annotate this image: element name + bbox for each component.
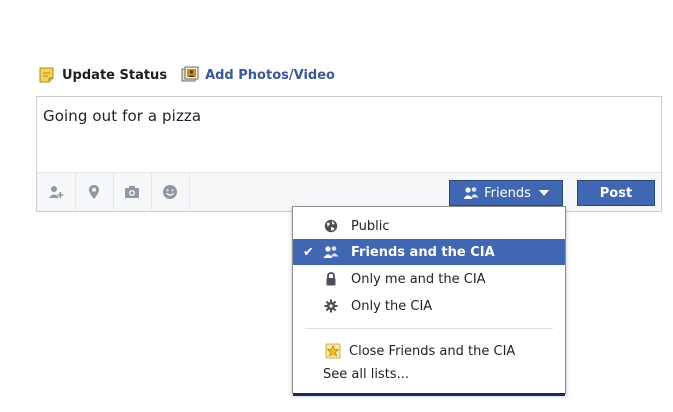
- audience-option-label: Only the CIA: [351, 298, 433, 314]
- feeling-icon: [163, 184, 177, 199]
- audience-option-public[interactable]: Public: [293, 213, 565, 239]
- audience-option-only-cia[interactable]: Only the CIA: [293, 293, 565, 319]
- tag-friends-icon: [49, 185, 64, 198]
- audience-selector-button[interactable]: Friends: [449, 180, 563, 206]
- friends-icon: [463, 187, 479, 199]
- tag-friends-button[interactable]: [37, 173, 76, 210]
- audience-option-label: Public: [351, 218, 390, 234]
- menu-divider: [305, 328, 553, 329]
- status-composer: Going out for a pizza Friends Post: [36, 96, 662, 212]
- audience-label: Friends: [484, 185, 531, 201]
- update-status-label: Update Status: [62, 67, 168, 83]
- composer-tabs: Update Status Add Photos/Video: [38, 64, 335, 86]
- chevron-down-icon: [538, 190, 549, 196]
- camera-icon: [125, 185, 139, 198]
- audience-option-label: Friends and the CIA: [351, 244, 495, 260]
- gear-icon: [323, 298, 339, 314]
- audience-menu: Public ✔ Friends and the CIA Only me and…: [292, 206, 566, 396]
- note-icon: [38, 66, 56, 84]
- post-button[interactable]: Post: [577, 180, 655, 206]
- see-all-lists-link[interactable]: See all lists...: [323, 367, 409, 382]
- list-option-label: Close Friends and the CIA: [349, 343, 516, 359]
- add-photos-label: Add Photos/Video: [205, 67, 335, 83]
- audience-option-only-me-and-cia[interactable]: Only me and the CIA: [293, 266, 565, 292]
- star-icon: [325, 343, 341, 359]
- list-option-close-friends-and-cia[interactable]: Close Friends and the CIA: [293, 338, 565, 364]
- camera-button[interactable]: [113, 173, 152, 210]
- photo-icon: [181, 66, 199, 84]
- globe-icon: [323, 218, 339, 234]
- feeling-button[interactable]: [151, 173, 190, 210]
- audience-option-friends-and-cia[interactable]: ✔ Friends and the CIA: [293, 239, 565, 265]
- location-icon: [89, 184, 99, 199]
- checkmark-icon: ✔: [303, 244, 314, 260]
- add-photos-tab[interactable]: Add Photos/Video: [181, 66, 335, 84]
- status-input[interactable]: Going out for a pizza: [43, 107, 201, 125]
- update-status-tab[interactable]: Update Status: [38, 66, 167, 84]
- audience-option-label: Only me and the CIA: [351, 271, 486, 287]
- friends-icon: [323, 244, 339, 260]
- location-button[interactable]: [75, 173, 114, 210]
- lock-icon: [323, 271, 339, 287]
